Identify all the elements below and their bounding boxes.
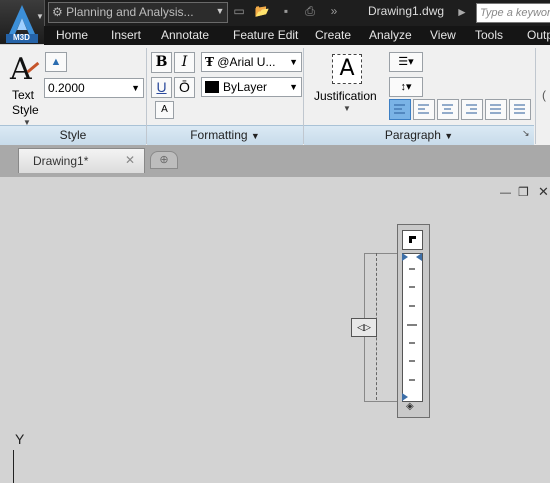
color-combo[interactable]: ByLayer ▼ xyxy=(201,77,302,97)
ruler-ticks xyxy=(402,253,422,401)
document-title: Drawing1.dwg xyxy=(368,4,445,18)
panel-divider xyxy=(535,48,536,144)
column-resize-handle[interactable]: ◁▷ xyxy=(351,318,377,337)
open-folder-icon[interactable]: 📂 xyxy=(254,4,270,19)
menu-view[interactable]: View xyxy=(430,26,456,45)
formatting-panel-title[interactable]: Formatting ▼ xyxy=(147,125,303,145)
dialog-launcher-icon[interactable]: ↘ xyxy=(522,128,530,139)
menu-create[interactable]: Create xyxy=(315,26,351,45)
text-height-combo[interactable]: 0.2000 ▼ xyxy=(44,78,144,98)
overflow-panel-icon[interactable]: ( xyxy=(542,88,546,102)
save-icon[interactable]: ▪ xyxy=(278,4,294,19)
search-input[interactable]: Type a keyword xyxy=(476,3,550,23)
application-menu-button[interactable]: M3D ▼ xyxy=(0,0,45,44)
chevron-down-icon: ▼ xyxy=(289,82,298,92)
menu-home[interactable]: Home xyxy=(56,26,88,45)
underline-button[interactable]: U xyxy=(151,77,172,98)
font-name: @Arial U... xyxy=(217,55,276,69)
font-combo[interactable]: Ŧ @Arial U... ▼ xyxy=(201,52,302,72)
color-value: ByLayer xyxy=(223,80,268,94)
ucs-y-axis xyxy=(13,450,14,483)
more-commands-icon[interactable]: » xyxy=(326,4,342,19)
restore-icon[interactable]: ❐ xyxy=(518,185,529,199)
overline-button[interactable]: Ō xyxy=(174,77,195,98)
color-swatch xyxy=(205,81,219,93)
background-mask-button[interactable]: A xyxy=(155,101,174,119)
justification-button[interactable]: A Justification ▼ xyxy=(312,52,382,120)
ucs-y-label: Y xyxy=(15,431,25,447)
chevron-down-icon[interactable]: ▼ xyxy=(214,2,226,21)
corner-icon xyxy=(409,236,416,243)
new-file-icon[interactable]: ▭ xyxy=(231,4,247,19)
formatting-panel-label: Formatting xyxy=(190,128,248,142)
justification-icon: A xyxy=(332,54,362,84)
text-style-button[interactable]: A Text Style ▼ xyxy=(8,52,42,127)
menu-tools[interactable]: Tools xyxy=(475,26,503,45)
style-panel-title: Style xyxy=(0,125,146,145)
menu-feature-edit[interactable]: Feature Edit xyxy=(233,26,298,45)
justification-label: Justification xyxy=(314,89,377,103)
italic-button[interactable]: I xyxy=(174,52,195,73)
menu-output[interactable]: Outp xyxy=(527,26,550,45)
menu-annotate[interactable]: Annotate xyxy=(161,26,209,45)
line-spacing-button[interactable]: ↕▾ xyxy=(389,77,423,97)
chevron-down-icon: ▼ xyxy=(131,83,140,93)
minimize-icon[interactable]: — xyxy=(500,187,511,199)
alignment-lines-overlay xyxy=(394,104,525,114)
gear-icon: ⚙ xyxy=(52,5,63,19)
text-style-label-2: Style xyxy=(12,103,39,117)
text-height-value: 0.2000 xyxy=(48,81,85,95)
menu-analyze[interactable]: Analyze xyxy=(369,26,412,45)
ruler-corner-button[interactable] xyxy=(402,230,423,250)
text-style-label-1: Text xyxy=(12,88,35,102)
arrow-right-icon: ► xyxy=(456,5,468,19)
app-menu-dropdown-icon: ▼ xyxy=(36,12,44,21)
close-icon[interactable]: ✕ xyxy=(125,153,135,167)
print-icon[interactable]: ⎙ xyxy=(302,4,318,19)
drawing-canvas[interactable] xyxy=(0,177,550,483)
app-logo-text: M3D xyxy=(13,33,30,42)
chevron-down-icon: ▼ xyxy=(250,131,260,141)
chevron-down-icon: ▼ xyxy=(343,104,351,113)
tab-drawing1[interactable]: Drawing1* ✕ xyxy=(18,148,145,173)
truetype-icon: Ŧ xyxy=(205,55,214,69)
workspace-selector[interactable]: ⚙ Planning and Analysis... xyxy=(48,2,228,23)
new-tab-button[interactable]: ⊕ xyxy=(150,151,178,169)
menu-insert[interactable]: Insert xyxy=(111,26,141,45)
bullets-numbering-button[interactable]: ☰▾ xyxy=(389,52,423,72)
paragraph-panel-label: Paragraph xyxy=(384,128,441,142)
paragraph-panel-title[interactable]: Paragraph ▼ xyxy=(304,125,534,145)
chevron-down-icon: ▼ xyxy=(444,131,454,141)
bold-button[interactable]: B xyxy=(151,52,172,73)
chevron-down-icon: ▼ xyxy=(289,57,298,67)
close-window-icon[interactable]: ✕ xyxy=(538,184,549,200)
tab-drawing1-label: Drawing1* xyxy=(33,154,89,168)
workspace-name: Planning and Analysis... xyxy=(66,5,194,19)
height-grip-icon[interactable]: ◈ xyxy=(406,401,414,412)
annotative-icon[interactable]: ▲ xyxy=(45,52,67,72)
